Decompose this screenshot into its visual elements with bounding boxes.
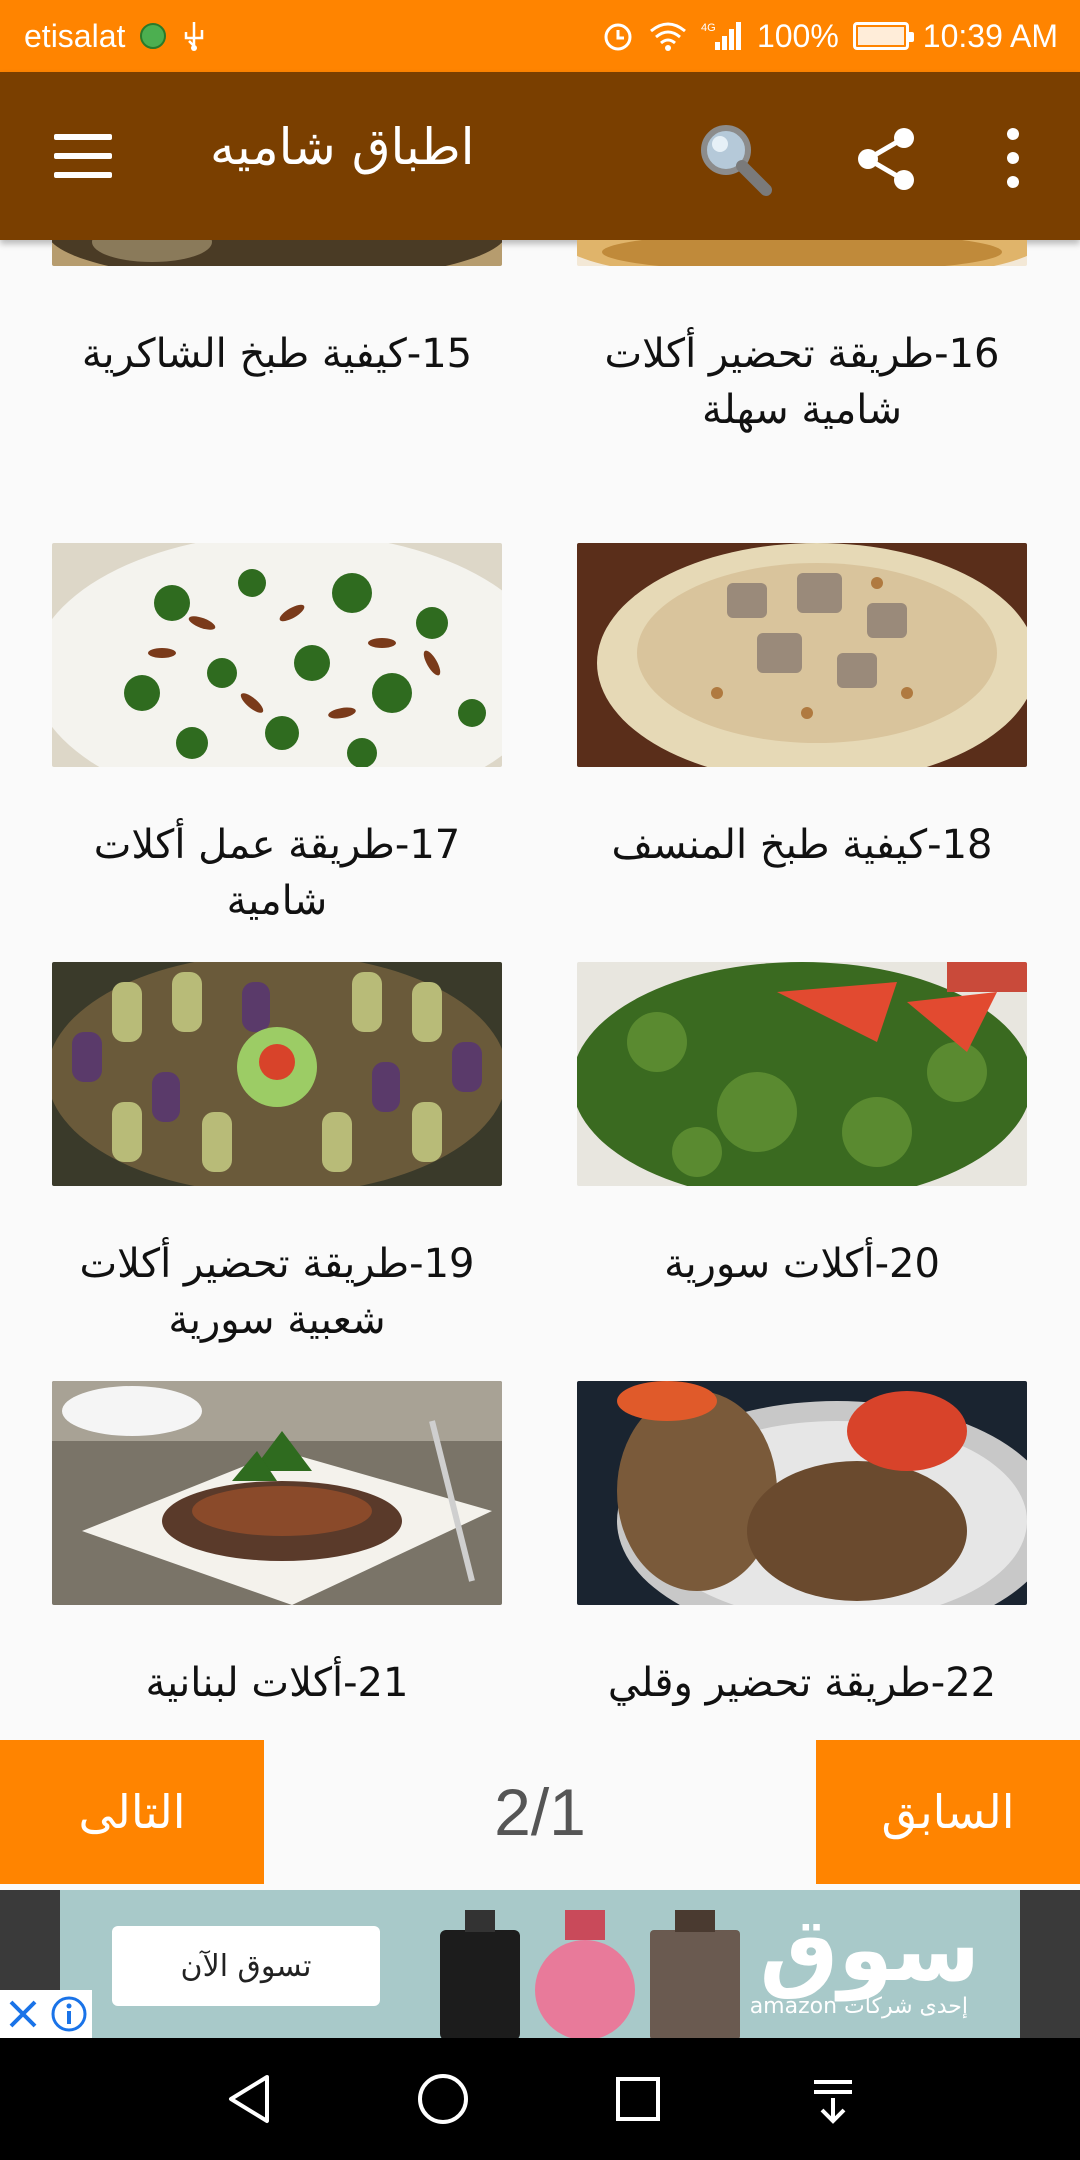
close-icon[interactable] <box>3 1994 43 2034</box>
ad-subtitle: إحدى شركات amazon <box>749 1994 968 2019</box>
back-icon[interactable] <box>213 2064 283 2134</box>
info-icon[interactable] <box>49 1994 89 2034</box>
recipe-title: 15-كيفية طبخ الشاكرية <box>81 331 473 377</box>
signal-icon: 4G <box>701 20 743 52</box>
globe-icon <box>139 22 167 50</box>
battery-percent: 100% <box>756 17 839 54</box>
system-navigation-bar <box>0 2038 1080 2160</box>
status-bar: etisalat 4G 100% 10:39 AM <box>0 0 1080 72</box>
ad-brand-logo: سوق <box>759 1898 980 2001</box>
alarm-icon <box>601 19 635 53</box>
recipe-card[interactable]: 18-كيفية طبخ المنسف <box>577 543 1027 873</box>
recipe-title: 21-أكلات لبنانية <box>145 1660 409 1706</box>
recipe-card[interactable]: 17-طريقة عمل أكلات شامية <box>52 543 502 929</box>
carrier-name: etisalat <box>24 17 126 54</box>
pagination-bar: التالى 2/1 السابق <box>0 1738 1080 1890</box>
recipe-title: 19-طريقة تحضير أكلات شعبية سورية <box>79 1241 475 1343</box>
recipe-title: 22-طريقة تحضير وقلي <box>607 1660 997 1706</box>
recipe-image <box>52 240 502 266</box>
recipe-image <box>577 240 1027 266</box>
hamburger-menu-icon[interactable] <box>54 134 112 178</box>
ad-close-controls[interactable] <box>0 1990 92 2038</box>
home-icon[interactable] <box>408 2064 478 2134</box>
recipe-title: 18-كيفية طبخ المنسف <box>611 822 993 868</box>
more-options-icon[interactable] <box>1000 128 1026 188</box>
next-button[interactable]: التالى <box>0 1740 264 1884</box>
recipe-title: 16-طريقة تحضير أكلات شامية سهلة <box>604 331 1000 433</box>
battery-icon <box>852 22 914 50</box>
previous-button[interactable]: السابق <box>816 1740 1080 1884</box>
recipe-card[interactable]: 19-طريقة تحضير أكلات شعبية سورية <box>52 962 502 1348</box>
recipe-card[interactable]: 20-أكلات سورية <box>577 962 1027 1292</box>
recipe-title: 17-طريقة عمل أكلات شامية <box>93 822 461 924</box>
app-toolbar: اطباق شاميه <box>0 72 1080 240</box>
clock: 10:39 AM <box>922 17 1058 54</box>
page-indicator: 2/1 <box>494 1775 586 1849</box>
wifi-icon <box>649 21 687 51</box>
recipe-card[interactable]: 21-أكلات لبنانية <box>52 1381 502 1711</box>
usb-icon <box>181 20 207 52</box>
recipe-image <box>577 1381 1027 1605</box>
recipe-image <box>52 962 502 1186</box>
notification-pulldown-icon[interactable] <box>798 2064 868 2134</box>
recipe-card[interactable]: 16-طريقة تحضير أكلات شامية سهلة <box>577 240 1027 438</box>
recent-apps-icon[interactable] <box>603 2064 673 2134</box>
share-icon[interactable] <box>852 124 922 194</box>
recipe-title: 20-أكلات سورية <box>664 1241 940 1287</box>
search-icon[interactable] <box>690 114 780 204</box>
recipe-image <box>52 543 502 767</box>
recipe-card[interactable]: 15-كيفية طبخ الشاكرية <box>52 240 502 382</box>
recipe-image <box>52 1381 502 1605</box>
ad-shop-now-button[interactable]: تسوق الآن <box>112 1926 380 2006</box>
recipe-image <box>577 543 1027 767</box>
page-title: اطباق شاميه <box>210 118 475 176</box>
recipe-card[interactable]: 22-طريقة تحضير وقلي <box>577 1381 1027 1711</box>
svg-text:4G: 4G <box>701 22 716 34</box>
ad-banner[interactable]: تسوق الآن سوق إحدى شركات amazon <box>0 1890 1080 2038</box>
ad-content[interactable]: تسوق الآن سوق إحدى شركات amazon <box>60 1890 1020 2038</box>
recipe-grid: 15-كيفية طبخ الشاكرية 16-طريقة تحضير أكل… <box>0 240 1080 1738</box>
perfume-bottles-image <box>440 1910 740 2038</box>
recipe-image <box>577 962 1027 1186</box>
